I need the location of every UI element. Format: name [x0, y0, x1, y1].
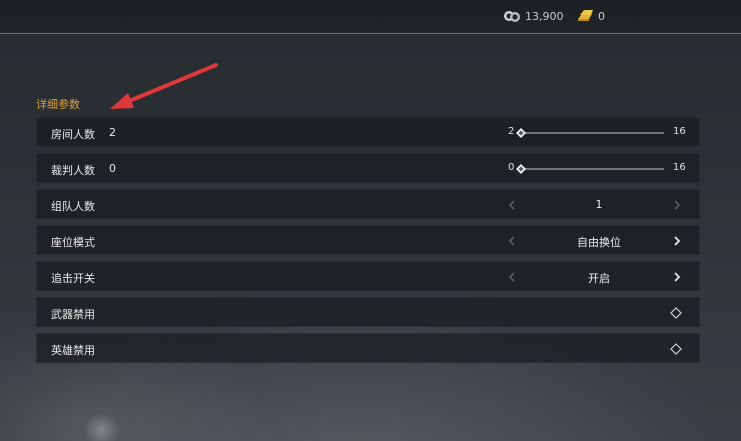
chevron-right-icon[interactable]	[670, 197, 684, 213]
setting-row-referees: 裁判人数 0 0 16	[36, 153, 700, 183]
selector-value: 1	[595, 198, 603, 211]
annotation-arrow	[110, 63, 218, 109]
setting-current-value: 0	[109, 162, 116, 175]
chevron-left-icon[interactable]	[505, 233, 519, 249]
slider-min-label: 0	[508, 162, 515, 173]
slider-min-label: 2	[508, 126, 515, 137]
gold-balance: 0	[576, 8, 605, 24]
diamond-toggle-icon[interactable]	[670, 307, 682, 319]
setting-row-weapon-ban[interactable]: 武器禁用	[36, 297, 700, 327]
selector-value: 开启	[588, 272, 610, 285]
diamond-toggle-icon[interactable]	[670, 343, 682, 355]
setting-label: 武器禁用	[51, 308, 95, 321]
setting-row-pursuit: 追击开关 开启	[36, 261, 700, 291]
chevron-right-icon[interactable]	[670, 269, 684, 285]
selector-value: 自由换位	[577, 236, 621, 249]
gold-bar-icon	[578, 10, 593, 21]
setting-current-value: 2	[109, 126, 116, 139]
slider-thumb-icon[interactable]	[516, 164, 526, 174]
setting-label: 座位模式	[51, 236, 95, 249]
coin-stack-icon	[504, 11, 520, 22]
chevron-right-icon[interactable]	[670, 233, 684, 249]
setting-row-room-players: 房间人数 2 2 16	[36, 117, 700, 147]
slider-max-label: 16	[673, 126, 686, 137]
background-light-glow	[82, 415, 122, 441]
setting-label: 英雄禁用	[51, 344, 95, 357]
setting-row-team-size: 组队人数 1	[36, 189, 700, 219]
chevron-left-icon[interactable]	[505, 197, 519, 213]
section-title: 详细参数	[36, 98, 80, 111]
coin-amount: 13,900	[525, 9, 564, 23]
coin-balance: 13,900	[503, 8, 564, 24]
setting-row-hero-ban[interactable]: 英雄禁用	[36, 333, 700, 363]
setting-row-seat-mode: 座位模式 自由换位	[36, 225, 700, 255]
slider-track[interactable]	[519, 168, 664, 170]
setting-label: 追击开关	[51, 272, 95, 285]
setting-label: 组队人数	[51, 200, 95, 213]
gold-amount: 0	[598, 9, 605, 23]
slider-max-label: 16	[673, 162, 686, 173]
slider-track[interactable]	[519, 132, 664, 134]
setting-label: 裁判人数	[51, 164, 95, 177]
slider-thumb-icon[interactable]	[516, 128, 526, 138]
chevron-left-icon[interactable]	[505, 269, 519, 285]
setting-label: 房间人数	[51, 128, 95, 141]
top-bar: 13,900 0	[0, 0, 741, 34]
